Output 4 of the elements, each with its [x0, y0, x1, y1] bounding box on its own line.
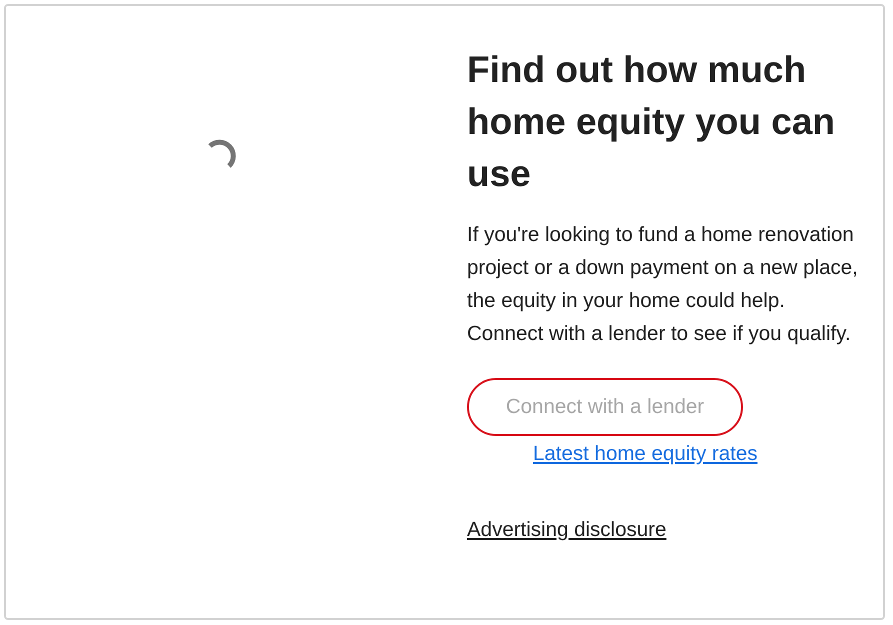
disclosure-link[interactable]: Advertising disclosure [467, 518, 666, 542]
description-text: If you're looking to fund a home renovation project or a down payment on a new place, the equity in your home could help. Connect with a lender to see if you qualify. [467, 222, 859, 347]
page-heading: Find out how much home equity you can use [467, 48, 836, 196]
rates-link[interactable]: Latest home equity rates [533, 442, 758, 466]
